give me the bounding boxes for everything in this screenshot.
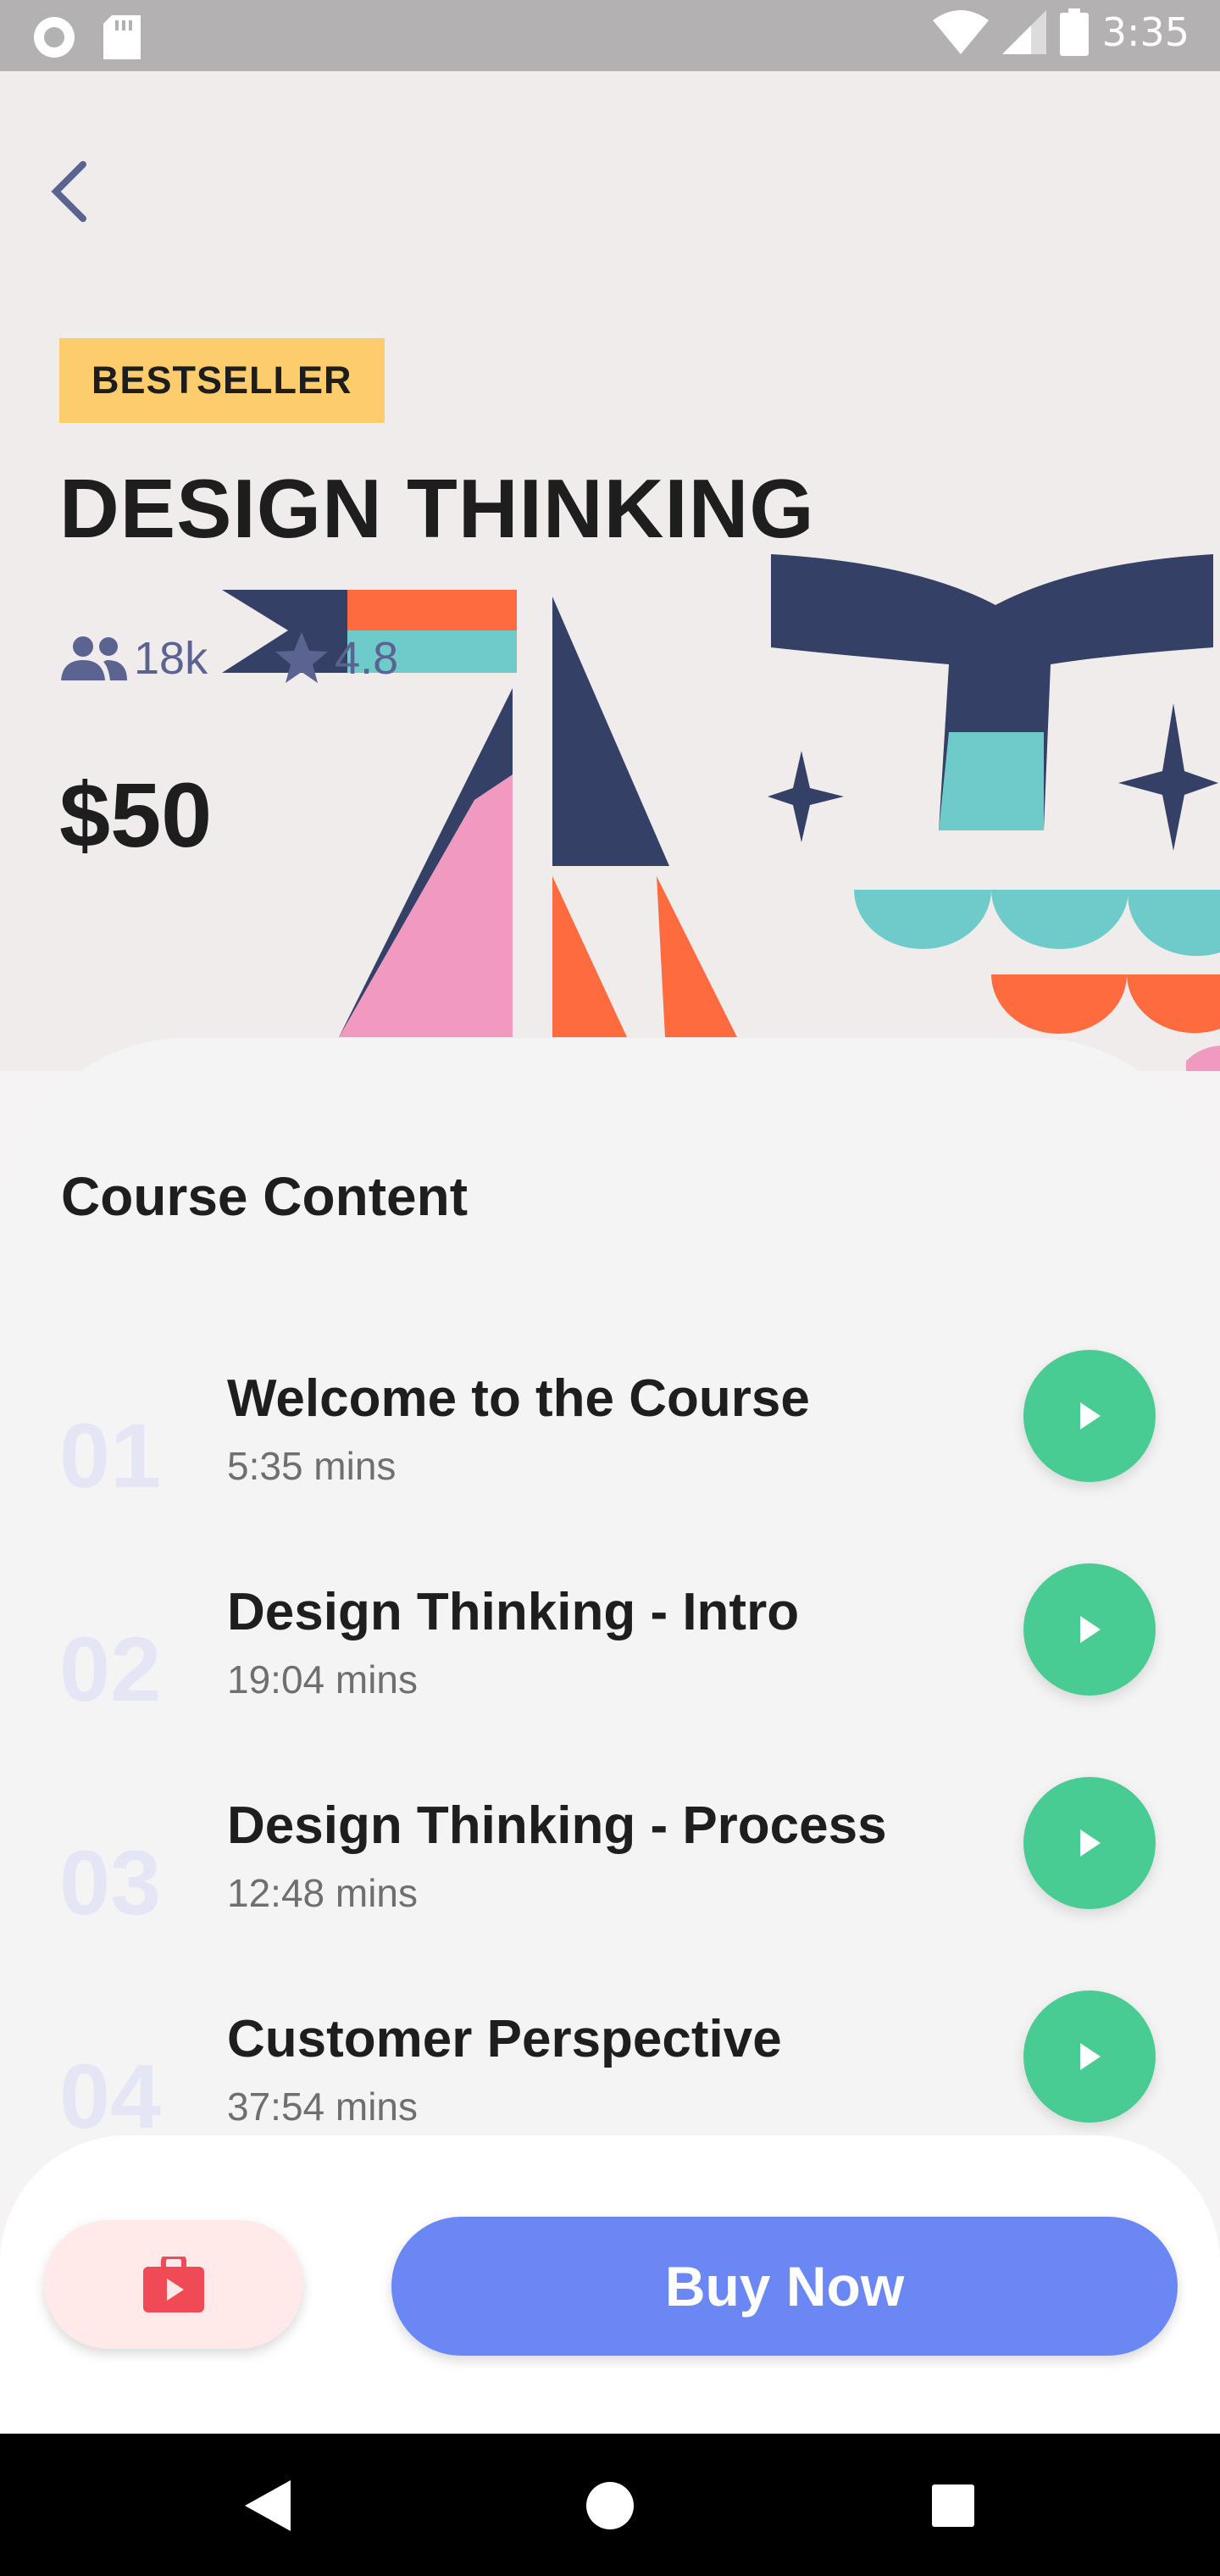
star-icon xyxy=(275,632,329,683)
course-header: BESTSELLER DESIGN THINKING 18k 4.8 $50 xyxy=(0,71,1220,1071)
play-button[interactable] xyxy=(1023,1990,1156,2123)
play-icon xyxy=(1080,1829,1101,1857)
signal-icon xyxy=(1001,10,1046,54)
lesson-duration: 19:04 mins xyxy=(227,1657,419,1702)
record-icon xyxy=(34,17,75,58)
lesson-number: 03 xyxy=(59,1831,162,1934)
home-circle-icon xyxy=(586,2482,634,2529)
chevron-left-icon xyxy=(51,161,86,222)
play-button[interactable] xyxy=(1023,1350,1156,1482)
back-button[interactable] xyxy=(47,149,107,234)
lesson-item[interactable]: 01 Welcome to the Course 5:35 mins xyxy=(0,1350,1220,1538)
course-price: $50 xyxy=(59,763,213,866)
nav-back-button[interactable] xyxy=(229,2468,305,2544)
nav-recents-button[interactable] xyxy=(915,2468,991,2544)
course-illustration xyxy=(222,554,1220,1071)
status-bar: 3:35 xyxy=(0,0,1220,71)
play-button[interactable] xyxy=(1023,1777,1156,1909)
lesson-title: Customer Perspective xyxy=(227,2010,782,2068)
lesson-duration: 5:35 mins xyxy=(227,1444,396,1488)
lesson-duration: 12:48 mins xyxy=(227,1871,419,1915)
section-title: Course Content xyxy=(61,1166,468,1227)
back-triangle-icon xyxy=(245,2480,291,2531)
lesson-title: Welcome to the Course xyxy=(227,1369,810,1428)
bestseller-badge: BESTSELLER xyxy=(59,338,385,423)
nav-home-button[interactable] xyxy=(572,2468,648,2544)
play-button[interactable] xyxy=(1023,1563,1156,1696)
wifi-icon xyxy=(932,10,989,54)
people-icon xyxy=(61,636,127,680)
shopping-bag-icon xyxy=(143,2257,204,2312)
play-icon xyxy=(1080,1402,1101,1430)
rating-value: 4.8 xyxy=(335,633,399,684)
students-count: 18k xyxy=(134,633,208,684)
play-icon xyxy=(1080,1616,1101,1643)
lesson-title: Design Thinking - Process xyxy=(227,1796,887,1855)
lesson-item[interactable]: 03 Design Thinking - Process 12:48 mins xyxy=(0,1777,1220,1965)
recents-square-icon xyxy=(932,2484,974,2527)
play-icon xyxy=(1080,2043,1101,2070)
lesson-duration: 37:54 mins xyxy=(227,2085,419,2129)
course-stats: 18k 4.8 xyxy=(59,630,464,686)
course-content-panel: Course Content 01 Welcome to the Course … xyxy=(0,1038,1220,2190)
system-nav-bar xyxy=(0,2434,1220,2576)
buy-now-button[interactable]: Buy Now xyxy=(391,2217,1178,2356)
status-time: 3:35 xyxy=(1101,9,1190,55)
lesson-title: Design Thinking - Intro xyxy=(227,1583,800,1641)
battery-icon xyxy=(1059,8,1089,56)
lesson-item[interactable]: 02 Design Thinking - Intro 19:04 mins xyxy=(0,1563,1220,1752)
add-to-cart-button[interactable] xyxy=(44,2220,303,2349)
lesson-number: 01 xyxy=(59,1404,162,1507)
lesson-number: 04 xyxy=(59,2045,162,2147)
lesson-number: 02 xyxy=(59,1618,162,1720)
course-title: DESIGN THINKING xyxy=(59,462,815,555)
sd-card-icon xyxy=(103,15,141,59)
bottom-action-bar: Buy Now xyxy=(0,2135,1220,2434)
